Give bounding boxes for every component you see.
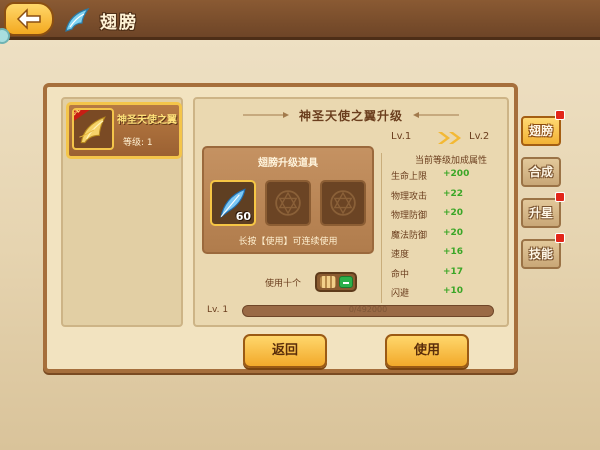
upgrade-title: 神圣天使之翼升级 — [298, 108, 403, 123]
level-compare: Lv.1 Lv.2 — [391, 131, 501, 147]
wing-icon — [65, 7, 90, 32]
attribute-name: 生命上限 — [391, 172, 428, 182]
attribute-name: 物理防御 — [391, 211, 428, 221]
use-button[interactable]: 使用 — [385, 334, 469, 368]
top-bar: 翅膀 — [0, 0, 600, 40]
attributes-header: 当前等级加成属性 — [415, 156, 488, 166]
item-slot-empty[interactable] — [265, 180, 311, 226]
tab-wings[interactable]: 翅膀 — [521, 110, 565, 146]
tab-label: 技能 — [528, 247, 553, 261]
attribute-value: +16 — [443, 247, 464, 257]
next-level: Lv.2 — [469, 131, 490, 142]
side-bubble-icon[interactable] — [0, 28, 10, 44]
attribute-name: 闪避 — [391, 289, 410, 299]
attribute-value: +17 — [443, 266, 464, 277]
attribute-value: +20 — [443, 208, 464, 218]
wing-thumbnail: 已装备 — [72, 108, 114, 150]
attribute-name: 速度 — [391, 250, 410, 260]
attribute-row: 速度 +16 — [391, 247, 501, 267]
divider — [381, 153, 382, 303]
use-ten-toggle[interactable] — [315, 272, 357, 292]
wing-card[interactable]: 已装备 神圣天使之翼 等级: 1 — [66, 102, 182, 159]
empty-slot-emblem-icon — [330, 190, 356, 216]
tab-label: 翅膀 — [528, 124, 553, 138]
attribute-row: 物理攻击 +22 — [391, 189, 501, 209]
attribute-name: 物理攻击 — [391, 191, 428, 202]
item-slot-feather[interactable]: 60 — [210, 180, 256, 226]
attribute-value: +200 — [443, 169, 470, 179]
back-arrow-icon — [16, 8, 41, 30]
wing-list: 已装备 神圣天使之翼 等级: 1 — [61, 97, 183, 327]
exp-level-label: Lv. 1 — [207, 305, 229, 315]
exp-progress-text: 0/492000 — [348, 305, 388, 314]
tab-star-up[interactable]: 升星 — [521, 192, 565, 228]
use-ten-label: 使用十个 — [265, 279, 302, 289]
ornament-right-icon — [413, 112, 459, 118]
tab-synthesize[interactable]: 合成 — [521, 157, 561, 187]
attribute-row: 生命上限 +200 — [391, 169, 501, 189]
notification-dot — [555, 110, 565, 120]
item-slot-empty[interactable] — [320, 180, 366, 226]
current-level: Lv.1 — [391, 131, 412, 142]
upgrade-item-box: 翅膀升级道具 60 长按【使用】可连续使用 — [202, 146, 374, 254]
page-title: 翅膀 — [100, 13, 138, 33]
notification-dot — [555, 192, 565, 202]
attributes-list: 生命上限 +200 物理攻击 +22 物理防御 +20 魔法防御 +20 速度 … — [391, 169, 501, 306]
tab-skills[interactable]: 技能 — [521, 233, 565, 269]
notification-dot — [555, 233, 565, 243]
return-button[interactable]: 返回 — [243, 334, 327, 368]
attribute-name: 命中 — [391, 269, 410, 280]
upgrade-panel: 神圣天使之翼升级 翅膀升级道具 60 长按【使用】可连续使用 使用十个 Lv.1… — [193, 97, 509, 327]
toggle-grip — [320, 276, 336, 288]
attribute-row: 魔法防御 +20 — [391, 228, 501, 248]
item-count: 60 — [235, 210, 251, 223]
empty-slot-emblem-icon — [275, 190, 301, 216]
item-box-title: 翅膀升级道具 — [258, 158, 318, 169]
attribute-row: 物理防御 +20 — [391, 208, 501, 228]
double-chevron-right-icon — [438, 132, 461, 144]
attribute-row: 命中 +17 — [391, 267, 501, 287]
tab-label: 合成 — [528, 165, 553, 179]
attribute-value: +20 — [443, 227, 464, 238]
ornament-left-icon — [242, 112, 289, 118]
back-button[interactable] — [4, 2, 54, 36]
exp-progress-bar: 0/492000 — [242, 305, 494, 317]
attribute-value: +22 — [443, 188, 464, 199]
wing-level: 等级: 1 — [123, 138, 153, 148]
attribute-name: 魔法防御 — [391, 230, 428, 241]
attribute-value: +10 — [443, 286, 464, 296]
upgrade-title-row: 神圣天使之翼升级 — [195, 105, 507, 125]
tab-label: 升星 — [528, 206, 553, 220]
exp-row: Lv. 1 0/492000 — [195, 299, 515, 319]
wing-upgrade-panel: 已装备 神圣天使之翼 等级: 1 神圣天使之翼升级 翅膀升级道具 60 长按【使… — [43, 83, 518, 373]
toggle-on-knob — [339, 276, 353, 288]
wing-name: 神圣天使之翼 — [117, 115, 177, 126]
hold-to-use-hint: 长按【使用】可连续使用 — [238, 237, 338, 247]
